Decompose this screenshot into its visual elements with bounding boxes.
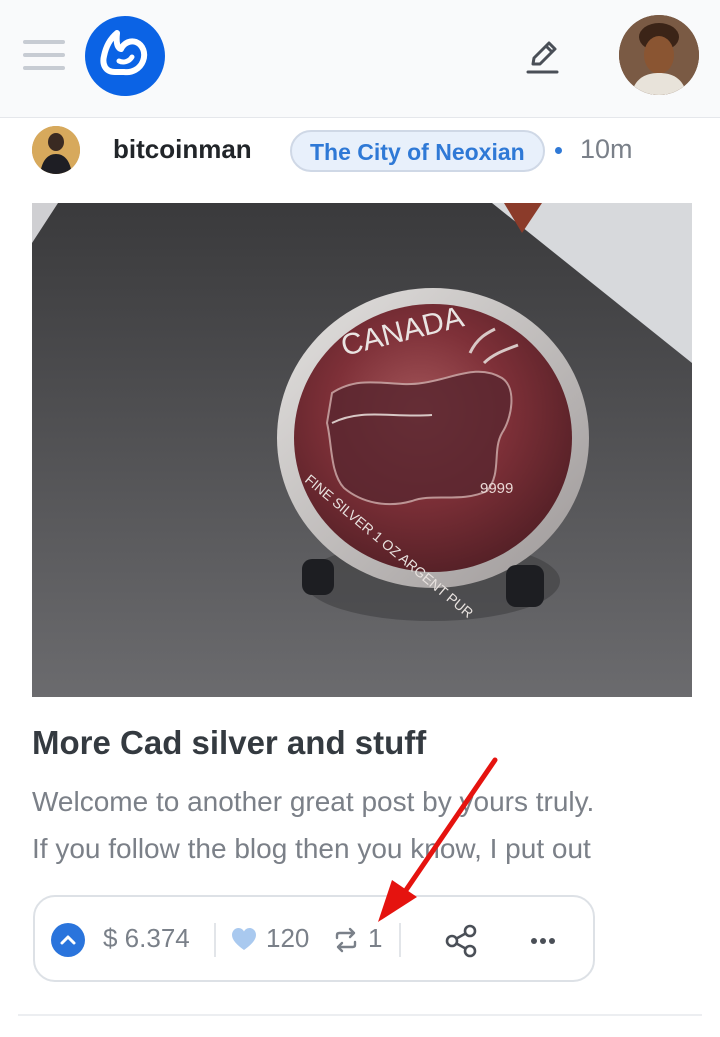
author-name[interactable]: bitcoinman	[113, 134, 252, 165]
divider	[18, 1014, 702, 1016]
hamburger-icon[interactable]	[23, 40, 65, 74]
post-actions-bar: $ 6.374 120 1	[33, 895, 595, 982]
top-bar	[0, 0, 720, 118]
post-time: 10m	[580, 134, 633, 164]
post-excerpt[interactable]: Welcome to another great post by yours t…	[32, 778, 692, 872]
repeat-icon[interactable]	[332, 926, 360, 954]
share-icon[interactable]	[441, 921, 481, 961]
separator-dot	[555, 147, 562, 154]
vote-count[interactable]: 120	[266, 923, 309, 954]
community-tag[interactable]: The City of Neoxian	[290, 130, 545, 172]
payout-value[interactable]: $ 6.374	[103, 923, 190, 954]
author-avatar[interactable]	[32, 126, 80, 174]
post-author-row: bitcoinman The City of Neoxian 10m	[0, 118, 720, 182]
more-icon[interactable]	[523, 921, 563, 961]
divider	[399, 923, 401, 957]
chevron-up-icon[interactable]	[51, 923, 85, 957]
post-image[interactable]: CANADA 9999 FINE SILVER 1 OZ ARGENT PUR	[32, 203, 692, 697]
pencil-icon[interactable]	[522, 36, 562, 76]
user-avatar[interactable]	[619, 15, 699, 95]
coin-purity: 9999	[480, 480, 513, 497]
excerpt-line: If you follow the blog then you know, I …	[32, 833, 591, 864]
divider	[214, 923, 216, 957]
ecency-logo[interactable]	[85, 16, 165, 96]
heart-icon[interactable]	[231, 925, 257, 955]
post-title[interactable]: More Cad silver and stuff	[32, 724, 426, 762]
reblog-count[interactable]: 1	[368, 923, 382, 954]
excerpt-line: Welcome to another great post by yours t…	[32, 786, 595, 817]
